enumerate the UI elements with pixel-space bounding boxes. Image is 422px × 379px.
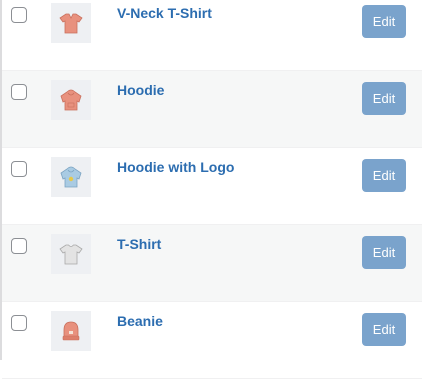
product-thumbnail[interactable] xyxy=(51,3,91,43)
edit-button[interactable]: Edit xyxy=(362,5,406,38)
product-name-link[interactable]: Hoodie with Logo xyxy=(117,159,234,175)
row-checkbox[interactable] xyxy=(11,7,27,23)
product-name-link[interactable]: V-Neck T-Shirt xyxy=(117,5,212,21)
row-checkbox[interactable] xyxy=(11,161,27,177)
edit-button[interactable]: Edit xyxy=(362,236,406,269)
table-row: V-Neck T-Shirt Edit xyxy=(2,0,422,71)
hoodie-icon xyxy=(60,89,82,111)
row-checkbox[interactable] xyxy=(11,84,27,100)
vneck-tshirt-icon xyxy=(59,13,83,34)
product-name-link[interactable]: T-Shirt xyxy=(117,236,161,252)
edit-button[interactable]: Edit xyxy=(362,159,406,192)
table-row: T-Shirt Edit xyxy=(2,225,422,302)
table-row: Beanie Edit xyxy=(2,302,422,379)
edit-button[interactable]: Edit xyxy=(362,313,406,346)
row-checkbox[interactable] xyxy=(11,315,27,331)
table-row: Hoodie Edit xyxy=(2,71,422,148)
product-thumbnail[interactable] xyxy=(51,311,91,351)
product-thumbnail[interactable] xyxy=(51,157,91,197)
product-thumbnail[interactable] xyxy=(51,234,91,274)
table-row: Hoodie with Logo Edit xyxy=(2,148,422,225)
product-name-link[interactable]: Beanie xyxy=(117,313,163,329)
product-list: V-Neck T-Shirt Edit Hoodie Edit Hoodie w… xyxy=(2,0,422,379)
edit-button[interactable]: Edit xyxy=(362,82,406,115)
beanie-icon xyxy=(62,321,80,341)
product-name-link[interactable]: Hoodie xyxy=(117,82,164,98)
row-checkbox[interactable] xyxy=(11,238,27,254)
tshirt-icon xyxy=(59,244,83,265)
hoodie-logo-icon xyxy=(60,166,82,188)
product-thumbnail[interactable] xyxy=(51,80,91,120)
